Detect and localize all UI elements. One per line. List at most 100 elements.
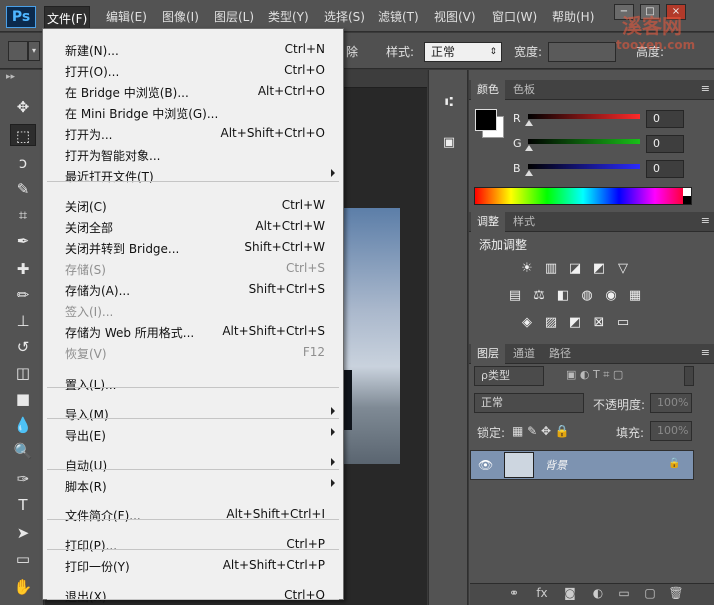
tab-layers[interactable]: 图层 bbox=[471, 344, 505, 364]
properties-icon[interactable]: ▣ bbox=[438, 132, 460, 154]
link-icon[interactable]: ⚭ bbox=[506, 584, 522, 602]
adjustment-layer-icon[interactable]: ◐ bbox=[590, 584, 606, 602]
panel-menu-icon[interactable]: ≡ bbox=[701, 346, 710, 359]
black-swatch[interactable] bbox=[683, 196, 691, 204]
color-balance-icon[interactable]: ⚖ bbox=[530, 288, 548, 304]
eyedropper-icon[interactable]: ✒ bbox=[10, 230, 36, 252]
new-layer-icon[interactable]: ▢ bbox=[642, 584, 658, 602]
menu-item-1[interactable]: 打开(O)... Ctrl+O bbox=[43, 60, 343, 80]
layer-name[interactable]: 背景 bbox=[545, 457, 567, 473]
move-icon[interactable]: ✥ bbox=[10, 96, 36, 118]
menu-item-0[interactable]: 新建(N)... Ctrl+N bbox=[43, 39, 343, 59]
slider-thumb[interactable] bbox=[525, 120, 533, 126]
invert-icon[interactable]: ◈ bbox=[518, 315, 536, 331]
slider-thumb[interactable] bbox=[525, 145, 533, 151]
menu-item-19[interactable]: 脚本(R) bbox=[43, 475, 343, 495]
menu-item-8[interactable]: 关闭全部 Alt+Ctrl+W bbox=[43, 216, 343, 236]
marquee-icon[interactable]: ⬚ bbox=[10, 124, 36, 146]
menu-item-6[interactable]: 最近打开文件(T) bbox=[43, 165, 343, 185]
filter-toggle[interactable] bbox=[684, 366, 694, 386]
menu-item-9[interactable]: 关闭并转到 Bridge... Shift+Ctrl+W bbox=[43, 237, 343, 257]
selective-color-icon[interactable]: ⊠ bbox=[590, 315, 608, 331]
tab-channels[interactable]: 通道 bbox=[507, 344, 541, 364]
panel-menu-icon[interactable]: ≡ bbox=[701, 82, 710, 95]
black-white-icon[interactable]: ◧ bbox=[554, 288, 572, 304]
gradient-icon[interactable]: ■ bbox=[10, 388, 36, 410]
fill-input[interactable]: 100% bbox=[650, 421, 692, 441]
brush-icon[interactable]: ✏ bbox=[10, 284, 36, 306]
exposure-icon[interactable]: ◩ bbox=[590, 261, 608, 277]
menu-6[interactable]: 滤镜(T) bbox=[376, 0, 421, 32]
brightness-icon[interactable]: ☀ bbox=[518, 261, 536, 277]
style-select[interactable]: 正常 ⇕ bbox=[424, 42, 502, 62]
blend-mode-select[interactable]: 正常 bbox=[474, 393, 584, 413]
pen-icon[interactable]: ✑ bbox=[10, 468, 36, 490]
gradient-map-icon[interactable]: ▭ bbox=[614, 315, 632, 331]
channel-value-input[interactable]: 0 bbox=[646, 160, 684, 178]
menu-item-5[interactable]: 打开为智能对象... bbox=[43, 144, 343, 164]
lasso-icon[interactable]: ↄ bbox=[10, 152, 36, 174]
layer-thumbnail[interactable] bbox=[504, 452, 534, 478]
white-swatch[interactable] bbox=[683, 188, 691, 196]
menu-0[interactable]: 文件(F) bbox=[44, 6, 91, 30]
chevron-down-icon[interactable]: ▾ bbox=[28, 41, 40, 61]
levels-icon[interactable]: ▥ bbox=[542, 261, 560, 277]
opacity-input[interactable]: 100% bbox=[650, 393, 692, 413]
collapse-icon[interactable]: ▸▸ bbox=[6, 72, 15, 82]
blur-icon[interactable]: 💧 bbox=[10, 414, 36, 436]
dodge-icon[interactable]: 🔍 bbox=[10, 440, 36, 462]
eraser-icon[interactable]: ◫ bbox=[10, 362, 36, 384]
menu-7[interactable]: 视图(V) bbox=[432, 0, 478, 32]
menu-item-20[interactable]: 文件简介(F)... Alt+Shift+Ctrl+I bbox=[43, 504, 343, 524]
menu-item-18[interactable]: 自动(U) bbox=[43, 454, 343, 474]
healing-icon[interactable]: ✚ bbox=[10, 258, 36, 280]
tab-adjustments[interactable]: 调整 bbox=[471, 212, 505, 232]
mask-icon[interactable]: ◙ bbox=[562, 584, 578, 602]
crop-icon[interactable]: ⌗ bbox=[10, 204, 36, 226]
hand-icon[interactable]: ✋ bbox=[10, 576, 36, 598]
eye-icon[interactable]: 👁 bbox=[478, 458, 493, 472]
menu-item-3[interactable]: 在 Mini Bridge 中浏览(G)... bbox=[43, 102, 343, 122]
menu-item-12[interactable]: 签入(I)... bbox=[43, 300, 343, 320]
history-icon[interactable]: ⑆ bbox=[438, 92, 460, 114]
tab-color[interactable]: 颜色 bbox=[471, 80, 505, 100]
fx-icon[interactable]: fx bbox=[534, 584, 550, 602]
history-brush-icon[interactable]: ↺ bbox=[10, 336, 36, 358]
threshold-icon[interactable]: ◩ bbox=[566, 315, 584, 331]
panel-menu-icon[interactable]: ≡ bbox=[701, 214, 710, 227]
trash-icon[interactable]: 🗑 bbox=[668, 584, 684, 602]
menu-8[interactable]: 窗口(W) bbox=[490, 0, 539, 32]
tool-preset-button[interactable] bbox=[8, 41, 28, 61]
layer-kind-filter[interactable]: ρ类型 bbox=[474, 366, 544, 386]
quick-select-icon[interactable]: ✎ bbox=[10, 178, 36, 200]
color-lookup-icon[interactable]: ▦ bbox=[626, 288, 644, 304]
color-spectrum[interactable] bbox=[474, 187, 692, 205]
posterize-icon[interactable]: ▨ bbox=[542, 315, 560, 331]
menu-9[interactable]: 帮助(H) bbox=[550, 0, 596, 32]
menu-item-2[interactable]: 在 Bridge 中浏览(B)... Alt+Ctrl+O bbox=[43, 81, 343, 101]
type-icon[interactable]: T bbox=[10, 494, 36, 516]
channel-value-input[interactable]: 0 bbox=[646, 110, 684, 128]
menu-item-21[interactable]: 打印(P)... Ctrl+P bbox=[43, 534, 343, 554]
channel-slider[interactable] bbox=[528, 139, 640, 144]
slider-thumb[interactable] bbox=[525, 170, 533, 176]
layer-filter-icons[interactable]: ▣ ◐ T ⌗ ▢ bbox=[566, 368, 623, 382]
photo-filter-icon[interactable]: ◍ bbox=[578, 288, 596, 304]
channel-value-input[interactable]: 0 bbox=[646, 135, 684, 153]
menu-item-4[interactable]: 打开为... Alt+Shift+Ctrl+O bbox=[43, 123, 343, 143]
tab-styles[interactable]: 样式 bbox=[507, 212, 541, 232]
folder-icon[interactable]: ▭ bbox=[616, 584, 632, 602]
menu-item-23[interactable]: 退出(X) Ctrl+Q bbox=[43, 585, 343, 605]
path-select-icon[interactable]: ➤ bbox=[10, 522, 36, 544]
menu-item-13[interactable]: 存储为 Web 所用格式... Alt+Shift+Ctrl+S bbox=[43, 321, 343, 341]
stamp-icon[interactable]: ⊥ bbox=[10, 310, 36, 332]
menu-item-7[interactable]: 关闭(C) Ctrl+W bbox=[43, 195, 343, 215]
menu-item-17[interactable]: 导出(E) bbox=[43, 424, 343, 444]
menu-item-10[interactable]: 存储(S) Ctrl+S bbox=[43, 258, 343, 278]
channel-mixer-icon[interactable]: ◉ bbox=[602, 288, 620, 304]
hue-icon[interactable]: ▤ bbox=[506, 288, 524, 304]
menu-item-11[interactable]: 存储为(A)... Shift+Ctrl+S bbox=[43, 279, 343, 299]
foreground-color-swatch[interactable] bbox=[475, 109, 497, 131]
lock-icons[interactable]: ▦ ✎ ✥ 🔒 bbox=[512, 424, 570, 438]
shape-icon[interactable]: ▭ bbox=[10, 548, 36, 570]
